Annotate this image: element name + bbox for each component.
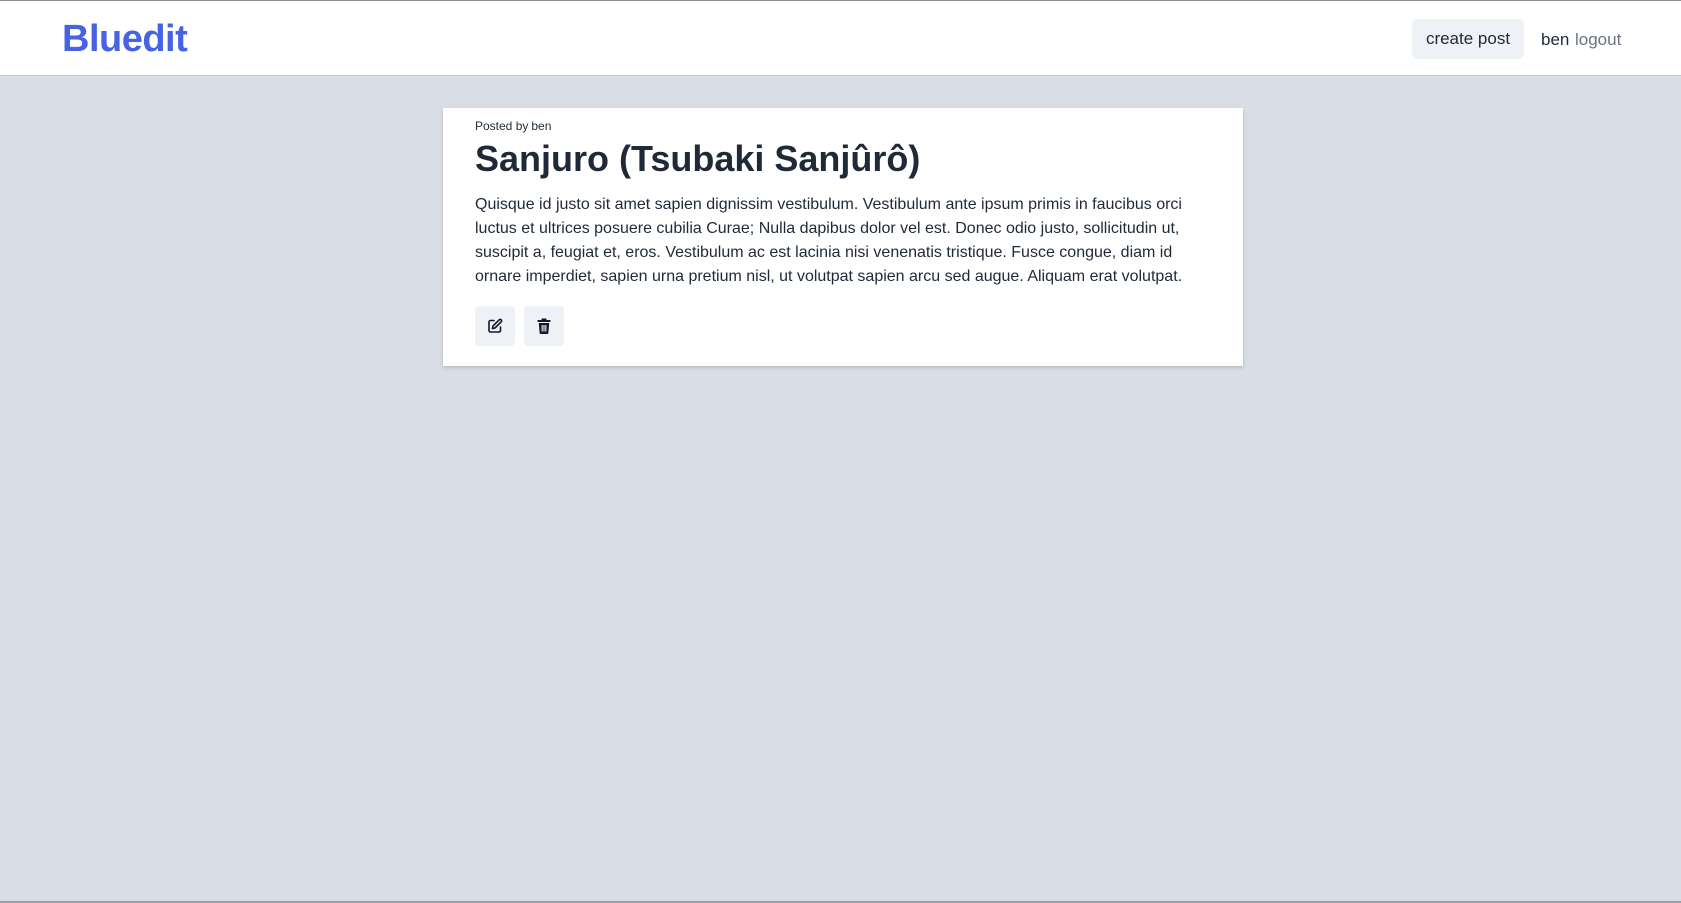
post-title: Sanjuro (Tsubaki Sanjûrô)	[475, 138, 921, 179]
posted-by-label: Posted by	[475, 119, 529, 133]
create-post-button[interactable]: create post	[1412, 19, 1524, 59]
trash-icon	[537, 318, 551, 334]
nav-username: ben	[1541, 30, 1570, 49]
edit-icon	[487, 318, 503, 334]
post-meta: Posted by ben	[475, 119, 551, 133]
delete-post-button[interactable]	[524, 306, 564, 346]
post-body: Quisque id justo sit amet sapien digniss…	[475, 196, 1183, 285]
post-card: Posted by ben Sanjuro (Tsubaki Sanjûrô) Q…	[443, 108, 1243, 366]
edit-post-button[interactable]	[475, 306, 515, 346]
post-author: ben	[531, 119, 552, 133]
logout-link[interactable]: logout	[1575, 29, 1621, 51]
brand-logo[interactable]: Bluedit	[62, 17, 188, 61]
navbar: Bluedit create post ben logout	[0, 1, 1681, 76]
